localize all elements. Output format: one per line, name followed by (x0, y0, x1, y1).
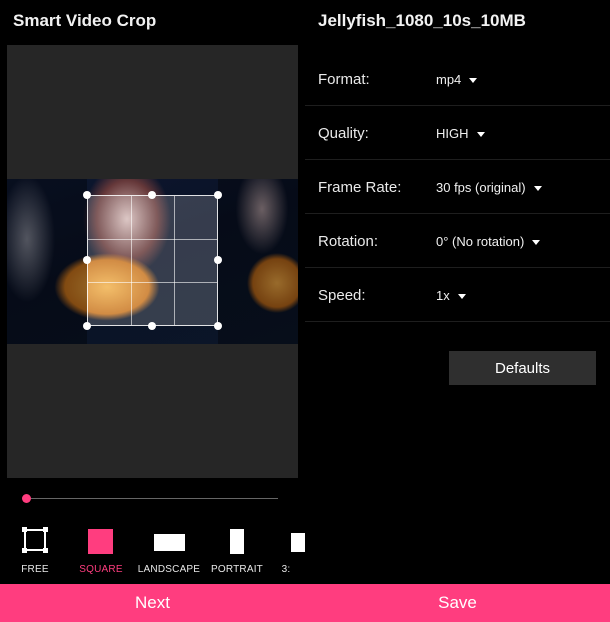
ratio-label: PORTRAIT (211, 564, 263, 575)
crop-box[interactable] (87, 195, 218, 326)
seek-thumb[interactable] (22, 494, 31, 503)
crop-handle-bottom[interactable] (148, 322, 156, 330)
defaults-button[interactable]: Defaults (449, 351, 596, 385)
speed-dropdown[interactable]: 1x (436, 288, 466, 303)
crop-handle-bottom-right[interactable] (214, 322, 222, 330)
portrait-icon (230, 529, 244, 554)
settings-panel: Format: mp4 Quality: HIGH Frame Rate: 30… (305, 52, 610, 322)
crop-grid-line (88, 281, 217, 283)
video-preview (7, 45, 298, 478)
ratio-free[interactable]: FREE (0, 525, 70, 575)
ratio-label: FREE (21, 564, 49, 575)
setting-label: Rotation: (318, 233, 379, 250)
crop-handle-top-right[interactable] (214, 191, 222, 199)
crop-mask-left (7, 179, 87, 344)
dropdown-value: 30 fps (original) (436, 180, 526, 195)
crop-handle-bottom-left[interactable] (83, 322, 91, 330)
crop-grid-line (88, 238, 217, 240)
setting-label: Speed: (318, 287, 366, 304)
setting-frame-rate: Frame Rate: 30 fps (original) (305, 160, 610, 214)
crop-mask-right (218, 179, 298, 344)
next-button[interactable]: Next (0, 584, 305, 622)
video-frame (7, 179, 298, 344)
crop-handle-top-left[interactable] (83, 191, 91, 199)
frame-rate-dropdown[interactable]: 30 fps (original) (436, 180, 542, 195)
ratio-label: SQUARE (79, 564, 123, 575)
crop-handle-left[interactable] (83, 256, 91, 264)
setting-label: Quality: (318, 125, 369, 142)
dropdown-arrow-icon (476, 131, 485, 137)
seek-bar[interactable] (24, 498, 278, 499)
ratio-square[interactable]: SQUARE (66, 525, 136, 575)
save-button[interactable]: Save (305, 584, 610, 622)
ratio-label: LANDSCAPE (137, 564, 201, 575)
crop-handle-right[interactable] (214, 256, 222, 264)
ratio-portrait[interactable]: PORTRAIT (202, 525, 272, 575)
setting-label: Frame Rate: (318, 179, 402, 196)
ratio-partial[interactable]: 3: (266, 525, 306, 575)
setting-rotation: Rotation: 0° (No rotation) (305, 214, 610, 268)
dropdown-arrow-icon (457, 293, 466, 299)
free-crop-icon (22, 527, 48, 553)
dropdown-value: 0° (No rotation) (436, 234, 525, 249)
dropdown-arrow-icon (532, 239, 541, 245)
crop-grid-line (130, 196, 132, 325)
landscape-icon (154, 534, 185, 551)
quality-dropdown[interactable]: HIGH (436, 126, 485, 141)
ratio-label: 3: (281, 564, 291, 575)
ratio-landscape[interactable]: LANDSCAPE (134, 525, 204, 575)
setting-label: Format: (318, 71, 370, 88)
format-dropdown[interactable]: mp4 (436, 72, 478, 87)
square-icon (88, 529, 113, 554)
ratio-icon (291, 533, 305, 552)
dropdown-arrow-icon (533, 185, 542, 191)
dropdown-value: mp4 (436, 72, 462, 87)
dropdown-arrow-icon (469, 77, 478, 83)
app-title: Smart Video Crop (13, 11, 157, 30)
setting-format: Format: mp4 (305, 52, 610, 106)
crop-grid-line (173, 196, 175, 325)
video-title: Jellyfish_1080_10s_10MB (318, 11, 526, 30)
setting-quality: Quality: HIGH (305, 106, 610, 160)
bottom-action-bar: Next Save (0, 584, 610, 622)
dropdown-value: HIGH (436, 126, 469, 141)
rotation-dropdown[interactable]: 0° (No rotation) (436, 234, 541, 249)
crop-handle-top[interactable] (148, 191, 156, 199)
setting-speed: Speed: 1x (305, 268, 610, 322)
dropdown-value: 1x (436, 288, 450, 303)
